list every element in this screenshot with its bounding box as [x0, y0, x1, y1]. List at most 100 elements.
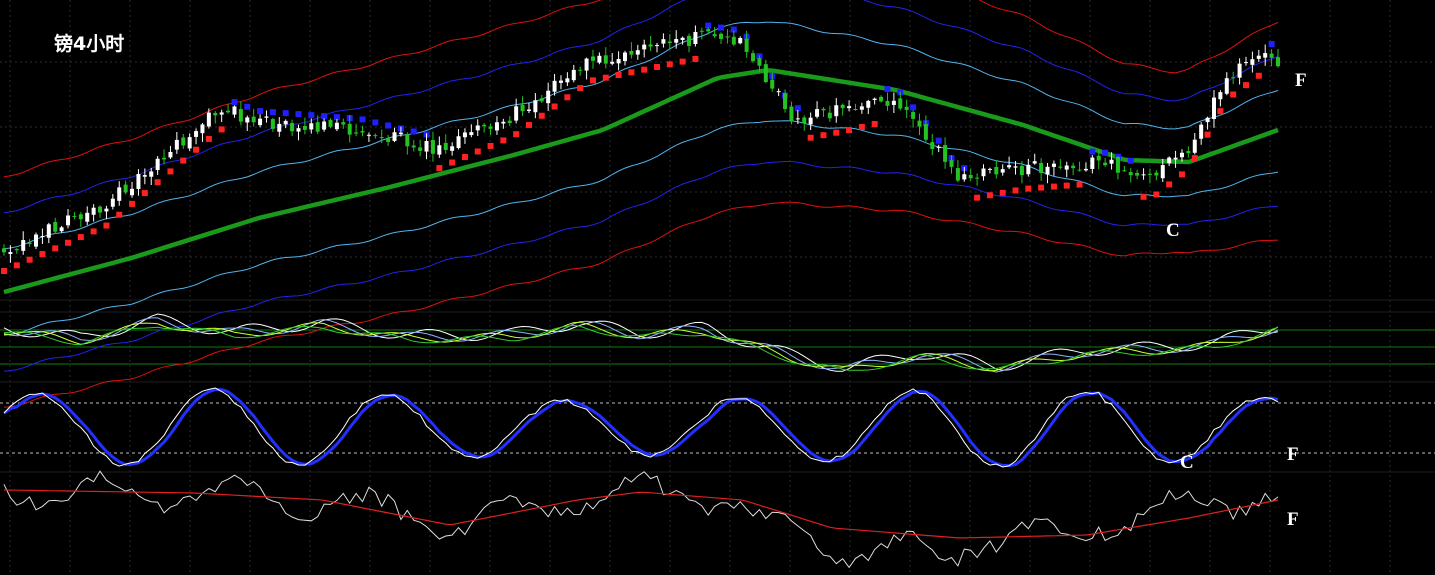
trend-dot	[90, 228, 97, 235]
trend-dot	[308, 112, 315, 119]
candle-body	[334, 122, 339, 130]
trend-dot	[26, 256, 33, 263]
candle-body	[238, 109, 243, 122]
trend-dot	[589, 77, 596, 84]
candle-body	[635, 50, 640, 55]
candle-body	[1013, 166, 1018, 168]
candle-body	[142, 175, 147, 177]
candle-body	[1147, 173, 1152, 175]
candle-body	[1026, 164, 1031, 175]
candle-body	[245, 117, 250, 123]
candle-body	[373, 135, 378, 137]
candle-body	[1109, 159, 1114, 164]
candle-body	[1256, 55, 1261, 59]
candle-body	[904, 106, 909, 110]
candle-body	[162, 157, 167, 160]
candle-body	[130, 188, 135, 196]
candle-body	[949, 160, 954, 167]
trend-dot	[321, 113, 328, 120]
trend-dot	[1025, 185, 1032, 192]
candle-body	[1096, 155, 1101, 161]
candle-body	[251, 116, 256, 123]
candle-body	[1135, 172, 1140, 176]
candle-body	[955, 168, 960, 181]
candle-body	[789, 106, 794, 122]
candle-body	[706, 29, 711, 32]
trend-dot	[231, 99, 238, 106]
trend-dot	[436, 165, 443, 172]
candle-body	[424, 141, 429, 152]
trend-dot	[525, 121, 532, 128]
outer-band-lower	[3, 201, 1279, 408]
candle-body	[405, 134, 410, 147]
candle-body	[680, 37, 685, 41]
annotation-c-stoch: C	[1180, 452, 1194, 473]
chart-svg: 镑4小时 F C C F F	[0, 0, 1435, 575]
candle-body	[827, 112, 832, 119]
candle-body	[1039, 162, 1044, 174]
candle-body	[866, 100, 871, 108]
candle-body	[744, 38, 749, 52]
candle-body	[34, 234, 39, 247]
trend-dot	[218, 126, 225, 133]
candle-body	[411, 145, 416, 148]
oscillator-lines	[3, 313, 1279, 569]
trend-dot	[410, 128, 417, 135]
candle-body	[219, 112, 224, 115]
candle-body	[456, 136, 461, 149]
candle-body	[1218, 92, 1223, 100]
candle-body	[200, 124, 205, 134]
candle-body	[194, 131, 199, 137]
candle-body	[1276, 57, 1280, 67]
trend-dot	[1204, 131, 1211, 138]
trend-dot	[129, 200, 136, 207]
candle-body	[751, 53, 756, 62]
candle-body	[296, 128, 301, 132]
candle-body	[571, 69, 576, 81]
annotation-f-price: F	[1295, 70, 1307, 91]
candle-body	[1263, 53, 1268, 58]
trend-dot	[269, 109, 276, 116]
trend-dot	[1140, 193, 1147, 200]
candle-body	[40, 236, 45, 238]
candle-body	[731, 36, 736, 45]
trend-dot	[807, 134, 814, 141]
candle-body	[840, 104, 845, 109]
trend-dot	[820, 132, 827, 139]
candle-body	[418, 147, 423, 151]
inner-band-lower	[3, 120, 1279, 336]
trend-dot	[999, 189, 1006, 196]
candle-body	[578, 69, 583, 71]
trend-dots	[1, 22, 1275, 274]
candle-body	[943, 145, 948, 162]
candle-body	[802, 117, 807, 124]
price-bands	[3, 0, 1279, 408]
candle-body	[437, 145, 442, 155]
chart-window: 镑4小时 F C C F F	[0, 0, 1435, 575]
candle-body	[1019, 165, 1024, 176]
candle-body	[642, 44, 647, 50]
trend-dot	[1102, 149, 1109, 156]
candle-body	[1032, 161, 1037, 164]
candle-body	[1173, 157, 1178, 160]
candle-body	[891, 100, 896, 105]
candle-body	[213, 112, 218, 116]
trend-dot	[974, 194, 981, 201]
annotation-f-osc2: F	[1287, 509, 1299, 530]
trend-dot	[615, 72, 622, 79]
candle-body	[66, 215, 71, 226]
candle-body	[488, 126, 493, 129]
candle-body	[930, 142, 935, 150]
candle-body	[911, 112, 916, 119]
candle-body	[687, 35, 692, 46]
trend-dot	[628, 69, 635, 76]
candle-body	[322, 121, 327, 130]
candle-body	[136, 174, 141, 189]
candle-body	[1186, 150, 1191, 154]
candle-body	[981, 168, 986, 177]
trend-dot	[103, 222, 110, 229]
trend-dot	[1191, 155, 1198, 162]
trend-dot	[538, 112, 545, 119]
candle-body	[366, 134, 371, 136]
candle-body	[149, 171, 154, 177]
